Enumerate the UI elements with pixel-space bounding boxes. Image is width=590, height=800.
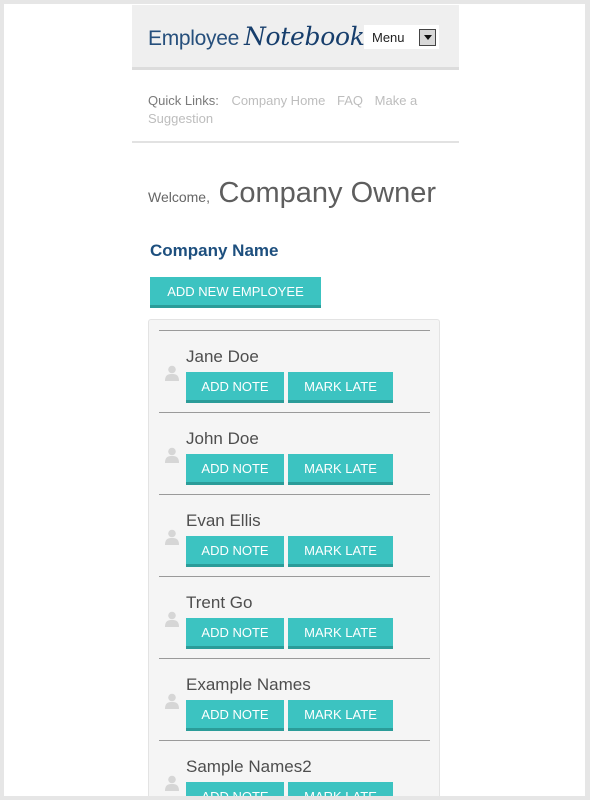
window-frame: Employee Notebook Menu Quick Links: Compa… [4,4,585,796]
person-icon [165,529,179,545]
add-new-employee-button[interactable]: ADD NEW EMPLOYEE [150,277,321,308]
employee-list: Jane Doe ADD NOTE MARK LATE John Doe ADD… [148,319,440,796]
employee-row: Example Names ADD NOTE MARK LATE [159,658,430,740]
add-note-button[interactable]: ADD NOTE [186,454,284,485]
quick-links-label: Quick Links: [148,93,219,108]
welcome-greeting: Welcome, [148,189,210,205]
employee-row: Trent Go ADD NOTE MARK LATE [159,576,430,658]
employee-name[interactable]: Evan Ellis [186,511,261,531]
company-name-link[interactable]: Company Name [150,241,278,261]
employee-actions: ADD NOTE MARK LATE [186,700,393,731]
mark-late-button[interactable]: MARK LATE [288,782,393,796]
link-company-home[interactable]: Company Home [231,93,325,108]
welcome-user-name: Company Owner [218,177,437,209]
employee-name[interactable]: Example Names [186,675,311,695]
mark-late-button[interactable]: MARK LATE [288,536,393,567]
add-note-button[interactable]: ADD NOTE [186,618,284,649]
add-note-button[interactable]: ADD NOTE [186,372,284,403]
employee-actions: ADD NOTE MARK LATE [186,536,393,567]
menu-label: Menu [372,29,405,45]
quick-links: Quick Links: Company Home FAQ Make a Sug… [148,92,443,128]
mark-late-button[interactable]: MARK LATE [288,372,393,403]
employee-name[interactable]: Sample Names2 [186,757,312,777]
add-note-button[interactable]: ADD NOTE [186,536,284,567]
logo-prefix: Employee [148,27,239,50]
mark-late-button[interactable]: MARK LATE [288,618,393,649]
menu-dropdown[interactable]: Menu [364,25,439,49]
person-icon [165,447,179,463]
link-faq[interactable]: FAQ [337,93,363,108]
person-icon [165,775,179,791]
employee-actions: ADD NOTE MARK LATE [186,782,393,796]
logo-script: Notebook [243,22,365,51]
header-bar: Employee Notebook Menu [132,5,459,70]
mark-late-button[interactable]: MARK LATE [288,700,393,731]
employee-name[interactable]: Jane Doe [186,347,259,367]
employee-row: Evan Ellis ADD NOTE MARK LATE [159,494,430,576]
chevron-down-icon[interactable] [419,28,436,46]
app-container: Employee Notebook Menu Quick Links: Compa… [132,5,459,796]
employee-actions: ADD NOTE MARK LATE [186,618,393,649]
add-note-button[interactable]: ADD NOTE [186,700,284,731]
welcome-heading: Welcome, Company Owner [148,177,436,210]
employee-name[interactable]: John Doe [186,429,259,449]
add-note-button[interactable]: ADD NOTE [186,782,284,796]
person-icon [165,611,179,627]
employee-row: Sample Names2 ADD NOTE MARK LATE [159,740,430,796]
divider [132,141,459,143]
person-icon [165,693,179,709]
app-logo[interactable]: Employee Notebook [148,22,365,51]
employee-name[interactable]: Trent Go [186,593,252,613]
mark-late-button[interactable]: MARK LATE [288,454,393,485]
person-icon [165,365,179,381]
employee-actions: ADD NOTE MARK LATE [186,372,393,403]
employee-actions: ADD NOTE MARK LATE [186,454,393,485]
employee-row: Jane Doe ADD NOTE MARK LATE [159,330,430,412]
employee-row: John Doe ADD NOTE MARK LATE [159,412,430,494]
